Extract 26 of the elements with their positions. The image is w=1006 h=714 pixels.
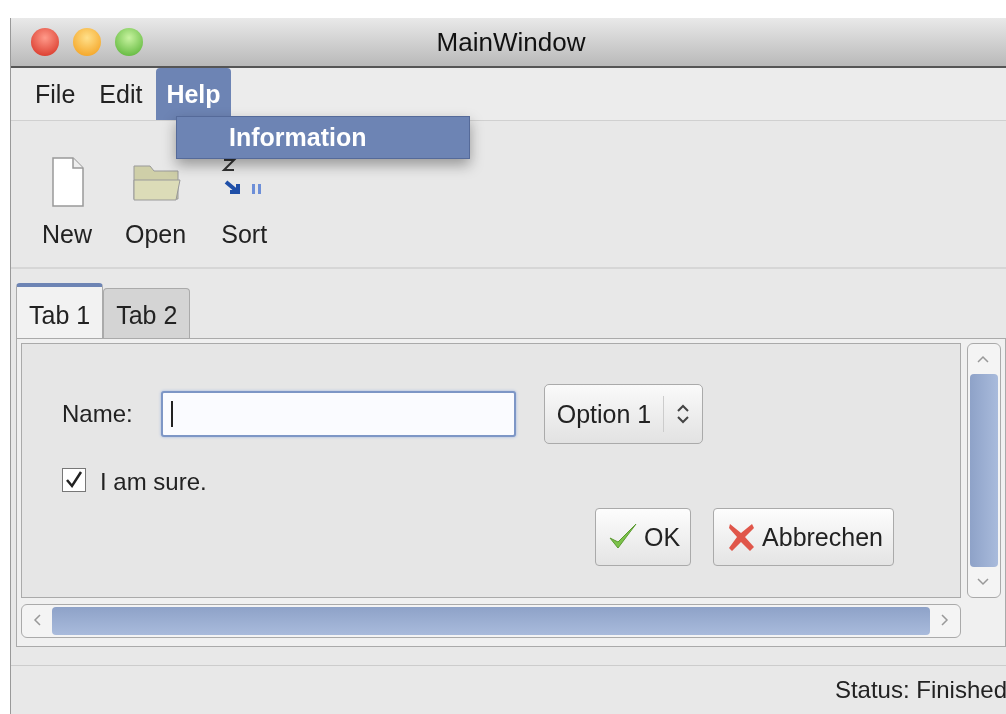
scroll-up-icon[interactable]	[976, 354, 990, 364]
option-dropdown[interactable]: Option 1	[543, 384, 704, 444]
menu-item[interactable]: Edit	[89, 71, 153, 117]
tab[interactable]: Tab 2	[103, 288, 191, 338]
horizontal-scrollbar[interactable]	[21, 604, 961, 638]
scroll-right-icon[interactable]	[940, 613, 950, 627]
status-text: Status: Finished	[834, 676, 1006, 704]
zoom-button[interactable]	[115, 28, 143, 56]
scroll-left-icon[interactable]	[32, 613, 42, 627]
up-down-arrows-icon	[676, 403, 691, 425]
minimize-button[interactable]	[73, 28, 101, 56]
checkbox[interactable]	[62, 468, 86, 492]
scroll-down-icon[interactable]	[976, 577, 990, 587]
menu-item[interactable]: Information	[177, 117, 469, 158]
name-label: Name:	[62, 400, 133, 428]
cancel-button[interactable]: Abbrechen	[713, 508, 894, 566]
name-input-field[interactable]	[160, 391, 516, 437]
toolbar-button[interactable]: New	[39, 154, 95, 249]
menu-item[interactable]: Help	[156, 68, 231, 120]
close-button[interactable]	[31, 28, 59, 56]
checkbox-label: I am sure.	[100, 468, 207, 496]
tab[interactable]: Tab 1	[16, 283, 104, 338]
vertical-scrollbar[interactable]	[967, 343, 1001, 598]
menu-item[interactable]: File	[25, 71, 86, 117]
ok-button[interactable]: OK	[594, 508, 692, 566]
window-title: MainWindow	[436, 26, 586, 57]
